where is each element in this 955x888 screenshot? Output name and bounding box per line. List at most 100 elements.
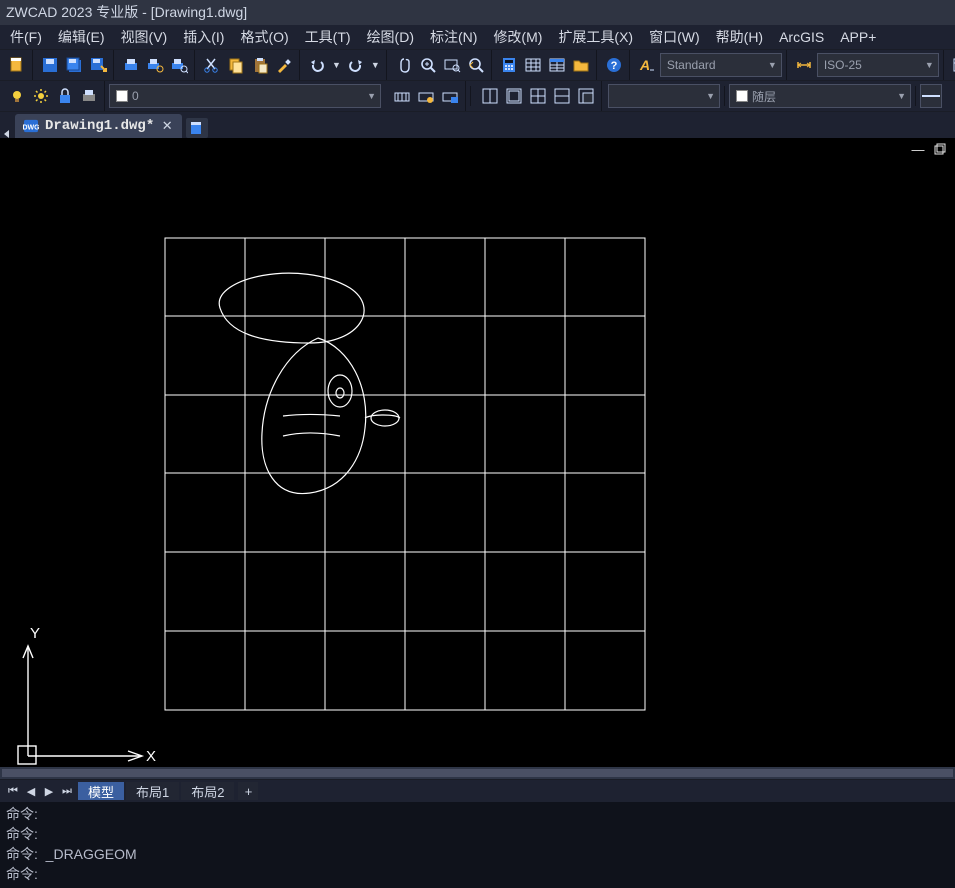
- zoom-realtime-button[interactable]: [417, 54, 439, 76]
- drawing-canvas[interactable]: —: [0, 138, 955, 767]
- pan-button[interactable]: [393, 54, 415, 76]
- undo-button[interactable]: [306, 54, 328, 76]
- tab-list-icon[interactable]: [4, 130, 9, 138]
- copy-button[interactable]: [225, 54, 247, 76]
- layout-tab-1[interactable]: 布局1: [126, 782, 179, 800]
- textstyle-value: Standard: [667, 58, 716, 72]
- help-button[interactable]: ?: [603, 54, 625, 76]
- chevron-down-icon: ▼: [925, 60, 934, 70]
- menu-view[interactable]: 视图(V): [113, 25, 176, 49]
- horizontal-scrollbar[interactable]: [2, 769, 953, 777]
- layout-last-icon[interactable]: ⏭: [58, 782, 76, 800]
- menu-format[interactable]: 格式(O): [232, 25, 296, 49]
- color-swatch: [736, 90, 748, 102]
- viewport3-button[interactable]: [527, 85, 549, 107]
- svg-text:?: ?: [610, 60, 617, 72]
- properties-button[interactable]: [546, 54, 568, 76]
- dimstyle-dropdown[interactable]: ISO-25 ▼: [817, 53, 939, 77]
- layerstate1-button[interactable]: [391, 85, 413, 107]
- new-file-icon: [189, 121, 205, 135]
- drawing-content: Y X: [0, 138, 955, 767]
- new-button[interactable]: [6, 54, 28, 76]
- sun-icon[interactable]: [30, 85, 52, 107]
- paste-button[interactable]: [249, 54, 271, 76]
- textstyle-icon[interactable]: A: [636, 54, 658, 76]
- dimstyle-value: ISO-25: [824, 58, 862, 72]
- command-history-line: 命令:: [6, 824, 949, 844]
- close-tab-icon[interactable]: ✕: [160, 119, 174, 133]
- table-button[interactable]: [522, 54, 544, 76]
- color-dropdown[interactable]: 随层 ▼: [729, 84, 911, 108]
- calc-button[interactable]: [498, 54, 520, 76]
- command-history-line: 命令: _DRAGGEOM: [6, 844, 949, 864]
- quickprint-button[interactable]: [144, 54, 166, 76]
- layout-prev-icon[interactable]: ◀: [22, 782, 40, 800]
- file-tab-strip: DWG Drawing1.dwg* ✕: [0, 112, 955, 138]
- printpreview-button[interactable]: [168, 54, 190, 76]
- layout-tab-bar: ⏮ ◀ ▶ ⏭ 模型 布局1 布局2 +: [0, 779, 955, 802]
- matchprop-button[interactable]: [273, 54, 295, 76]
- layer-value: 0: [132, 89, 139, 103]
- color-value: 随层: [752, 88, 776, 105]
- layerstate3-button[interactable]: [439, 85, 461, 107]
- saveall-button[interactable]: [63, 54, 85, 76]
- redo-dropdown-icon[interactable]: ▼: [369, 60, 382, 70]
- menu-appplus[interactable]: APP+: [832, 27, 884, 47]
- menu-modify[interactable]: 修改(M): [485, 25, 550, 49]
- viewport-scale-dropdown[interactable]: ▼: [608, 84, 720, 108]
- chevron-down-icon: ▼: [897, 91, 906, 101]
- layerstate2-button[interactable]: [415, 85, 437, 107]
- viewport5-button[interactable]: [575, 85, 597, 107]
- chevron-down-icon: ▼: [768, 60, 777, 70]
- menu-tools[interactable]: 工具(T): [297, 25, 359, 49]
- file-tab-active[interactable]: DWG Drawing1.dwg* ✕: [15, 114, 182, 138]
- toolbar-layer: 0 ▼ ▼ 随层 ▼: [0, 81, 955, 112]
- menu-file[interactable]: 件(F): [2, 25, 50, 49]
- layerprint-icon[interactable]: [78, 85, 100, 107]
- menu-insert[interactable]: 插入(I): [175, 25, 232, 49]
- toolbar-main: ▼ ▼ ? A Standard ▼ ISO-25 ▼: [0, 50, 955, 81]
- command-area[interactable]: 命令: 命令: 命令: _DRAGGEOM 命令:: [0, 802, 955, 888]
- cut-button[interactable]: [201, 54, 223, 76]
- zoom-previous-button[interactable]: [465, 54, 487, 76]
- viewport2-button[interactable]: [503, 85, 525, 107]
- menu-dim[interactable]: 标注(N): [422, 25, 485, 49]
- tablestyle-icon[interactable]: [950, 54, 955, 76]
- light-icon[interactable]: [6, 85, 28, 107]
- layout-tab-2[interactable]: 布局2: [181, 782, 234, 800]
- dimstyle-icon[interactable]: [793, 54, 815, 76]
- menu-help[interactable]: 帮助(H): [708, 25, 771, 49]
- menu-arcgis[interactable]: ArcGIS: [771, 27, 832, 47]
- save-button[interactable]: [39, 54, 61, 76]
- saveas-button[interactable]: [87, 54, 109, 76]
- menu-window[interactable]: 窗口(W): [641, 25, 708, 49]
- layout-tab-model[interactable]: 模型: [78, 782, 124, 800]
- new-tab-button[interactable]: [186, 118, 208, 138]
- lock-icon[interactable]: [54, 85, 76, 107]
- menu-bar: 件(F) 编辑(E) 视图(V) 插入(I) 格式(O) 工具(T) 绘图(D)…: [0, 25, 955, 50]
- layer-dropdown[interactable]: 0 ▼: [109, 84, 381, 108]
- chevron-down-icon: ▼: [367, 91, 376, 101]
- layout-add-button[interactable]: +: [238, 782, 258, 800]
- linetype-dropdown[interactable]: [920, 84, 942, 108]
- svg-text:DWG: DWG: [23, 125, 39, 132]
- menu-express[interactable]: 扩展工具(X): [550, 25, 641, 49]
- dwg-file-icon: DWG: [23, 119, 39, 133]
- menu-draw[interactable]: 绘图(D): [359, 25, 422, 49]
- title-bar: ZWCAD 2023 专业版 - [Drawing1.dwg]: [0, 0, 955, 25]
- ucs-x-label: X: [146, 748, 156, 765]
- viewport1-button[interactable]: [479, 85, 501, 107]
- undo-dropdown-icon[interactable]: ▼: [330, 60, 343, 70]
- ucs-y-label: Y: [30, 625, 40, 642]
- print-button[interactable]: [120, 54, 142, 76]
- layout-first-icon[interactable]: ⏮: [4, 782, 22, 800]
- textstyle-dropdown[interactable]: Standard ▼: [660, 53, 782, 77]
- command-history-line: 命令:: [6, 804, 949, 824]
- viewport4-button[interactable]: [551, 85, 573, 107]
- layout-next-icon[interactable]: ▶: [40, 782, 58, 800]
- redo-button[interactable]: [345, 54, 367, 76]
- app-title: ZWCAD 2023 专业版 - [Drawing1.dwg]: [6, 4, 247, 20]
- open-folder-button[interactable]: [570, 54, 592, 76]
- menu-edit[interactable]: 编辑(E): [50, 25, 113, 49]
- zoom-window-button[interactable]: [441, 54, 463, 76]
